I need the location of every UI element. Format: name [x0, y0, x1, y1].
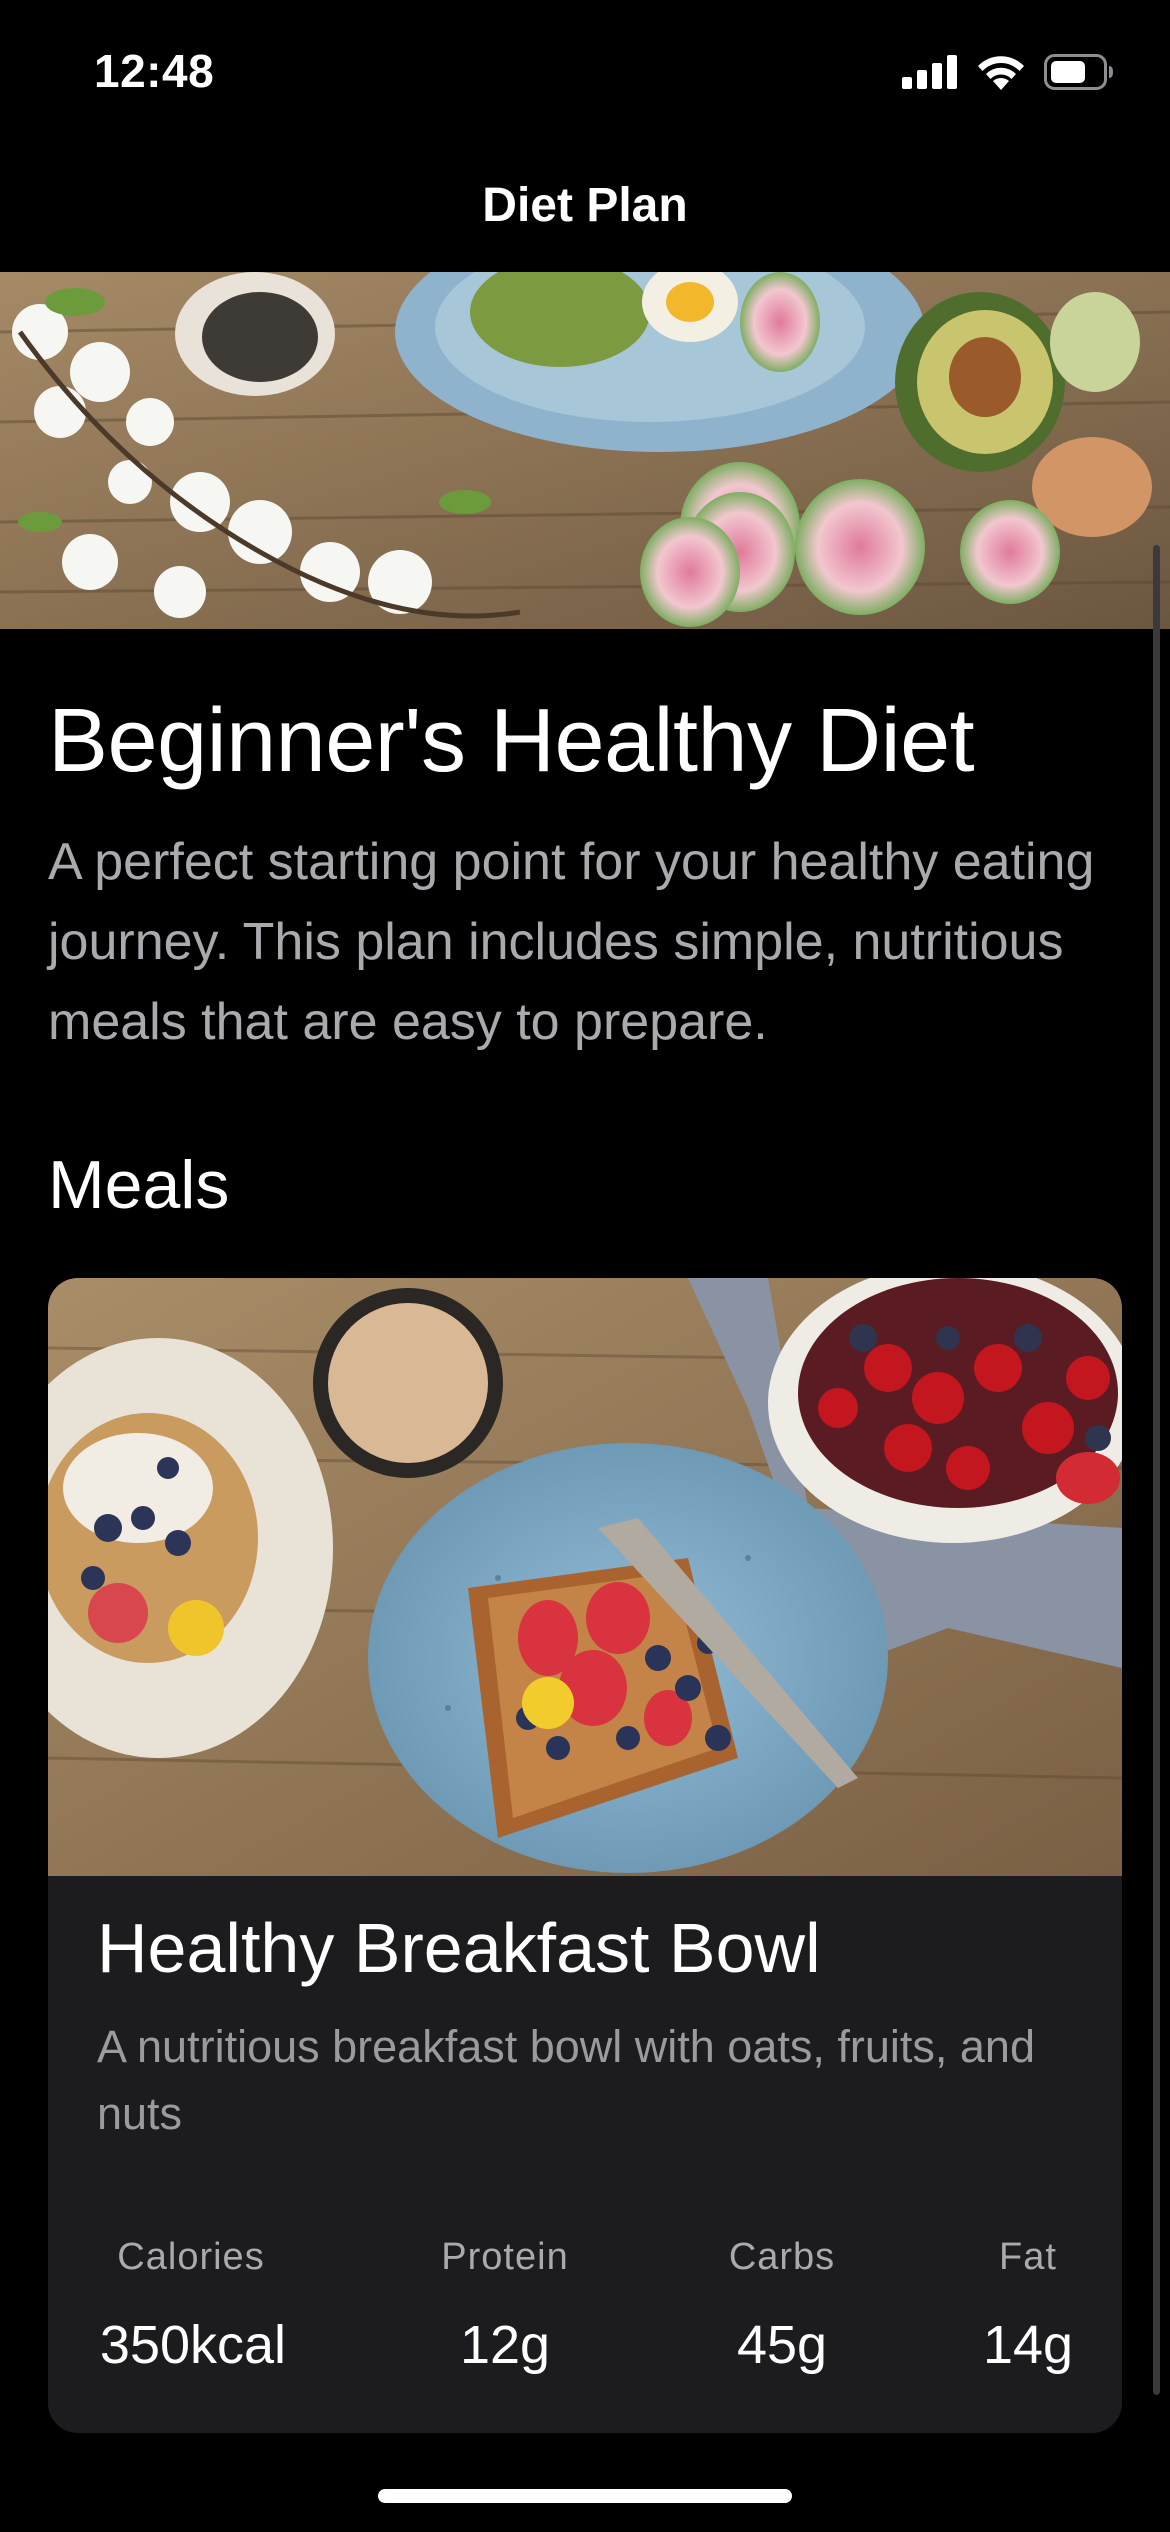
plan-description: A perfect starting point for your health… — [48, 833, 1095, 1051]
battery-icon — [1044, 54, 1113, 90]
nutrition-summary: Calories 350kcal Protein 12g Carbs 45g F… — [48, 1278, 1122, 2433]
meal-card[interactable]: Healthy Breakfast Bowl A nutritious brea… — [48, 1278, 1122, 2433]
status-bar: 12:48 — [0, 0, 1170, 150]
plan-hero-image — [0, 272, 1170, 629]
meals-section-title: Meals — [48, 1147, 230, 1223]
nutrition-value-carbs: 45g — [736, 2315, 828, 2375]
signal-icon — [902, 55, 957, 89]
nav-title: Diet Plan — [482, 179, 688, 232]
status-icons — [902, 54, 1114, 90]
status-time: 12:48 — [94, 45, 215, 97]
nutrition-value-fat: 14g — [982, 2315, 1074, 2375]
nutrition-label-fat: Fat — [999, 2236, 1057, 2278]
plan-title: Beginner's Healthy Diet — [48, 691, 975, 791]
nutrition-label-protein: Protein — [441, 2236, 569, 2278]
scroll-indicator[interactable] — [1153, 545, 1160, 2395]
home-indicator[interactable] — [378, 2489, 792, 2503]
nutrition-label-carbs: Carbs — [728, 2236, 836, 2278]
nutrition-value-calories: 350kcal — [99, 2315, 287, 2375]
nutrition-value-protein: 12g — [459, 2315, 551, 2375]
nutrition-label-calories: Calories — [117, 2236, 265, 2278]
wifi-icon — [978, 56, 1024, 90]
